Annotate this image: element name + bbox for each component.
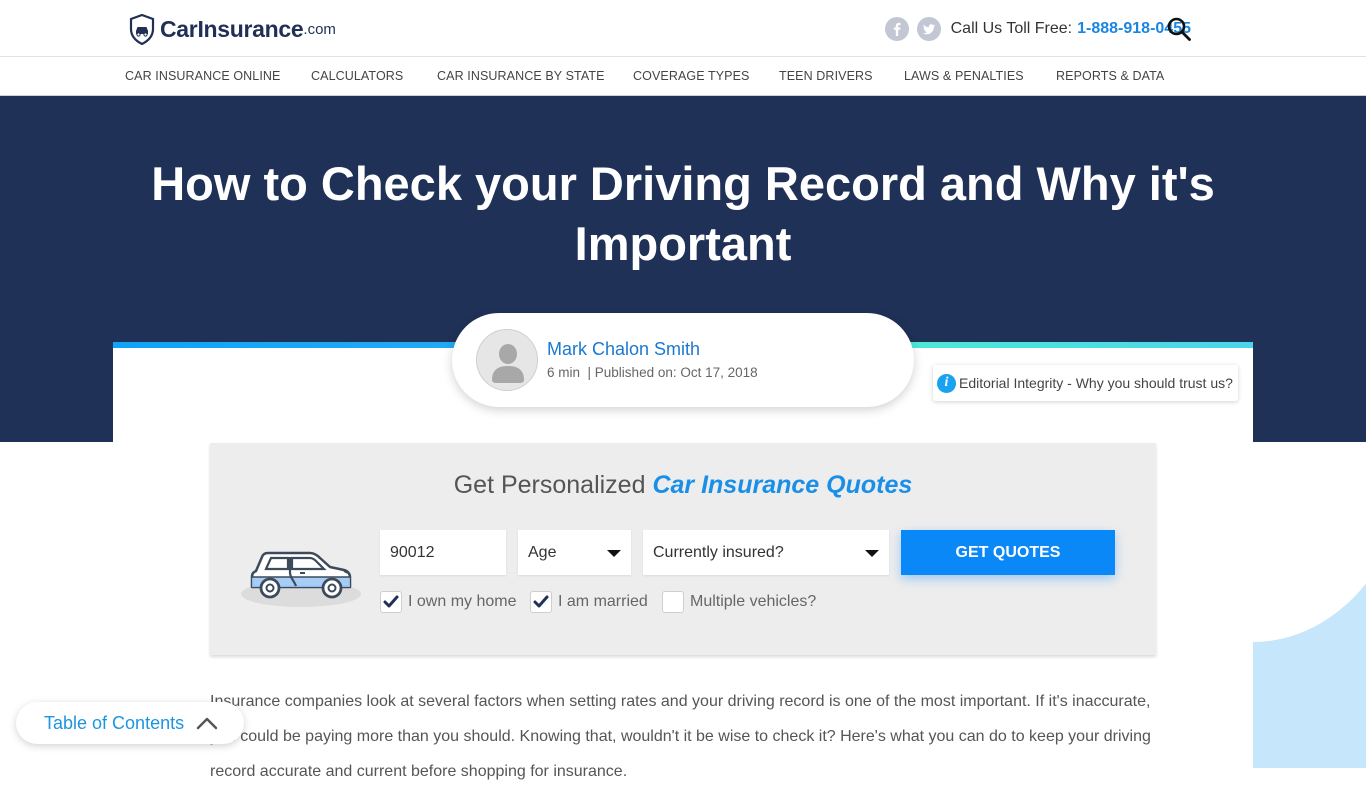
- contact-area: Call Us Toll Free: 1-888-918-0455: [884, 16, 1191, 42]
- own-home-checkbox-row[interactable]: I own my home: [380, 591, 516, 613]
- decorative-background: [1253, 442, 1366, 768]
- married-label: I am married: [558, 593, 648, 610]
- checkmark-icon: [533, 595, 549, 608]
- article-intro: Insurance companies look at several fact…: [210, 693, 1151, 780]
- info-icon: i: [937, 373, 956, 393]
- nav-car-insurance-online[interactable]: CAR INSURANCE ONLINE: [125, 69, 281, 83]
- published-date: | Published on: Oct 17, 2018: [587, 365, 758, 380]
- get-quotes-button[interactable]: GET QUOTES: [901, 530, 1115, 575]
- quote-title-plain: Get Personalized: [453, 471, 646, 499]
- nav-teen-drivers[interactable]: TEEN DRIVERS: [779, 69, 873, 83]
- age-select[interactable]: Age: [518, 530, 631, 575]
- multiple-vehicles-checkbox-row[interactable]: Multiple vehicles?: [662, 591, 816, 613]
- car-icon: [241, 551, 361, 607]
- chevron-down-icon: [607, 550, 621, 557]
- editorial-integrity-link[interactable]: i Editorial Integrity - Why you should t…: [933, 365, 1238, 401]
- toc-label: Table of Contents: [44, 712, 185, 733]
- own-home-checkbox[interactable]: [380, 591, 402, 613]
- quote-form-title: Get Personalized Car Insurance Quotes: [210, 471, 1156, 500]
- currently-insured-value: Currently insured?: [653, 543, 784, 561]
- call-label: Call Us Toll Free:: [950, 20, 1073, 37]
- married-checkbox-row[interactable]: I am married: [530, 591, 648, 613]
- read-time: 6 min: [547, 365, 581, 380]
- twitter-icon[interactable]: [916, 17, 941, 41]
- editorial-integrity-text: Editorial Integrity - Why you should tru…: [959, 375, 1233, 391]
- author-name-link[interactable]: Mark Chalon Smith: [547, 339, 700, 360]
- zip-code-input[interactable]: [380, 530, 506, 575]
- decorative-curve: [1253, 442, 1366, 642]
- nav-car-insurance-by-state[interactable]: CAR INSURANCE BY STATE: [437, 69, 605, 83]
- quote-title-accent: Car Insurance Quotes: [652, 471, 913, 499]
- married-checkbox[interactable]: [530, 591, 552, 613]
- nav-laws-penalties[interactable]: LAWS & PENALTIES: [904, 69, 1024, 83]
- checkmark-icon: [383, 595, 399, 608]
- multiple-vehicles-checkbox[interactable]: [662, 591, 684, 613]
- site-logo[interactable]: CarInsurance .com: [129, 13, 336, 45]
- chevron-up-icon: [196, 717, 218, 730]
- article-meta: 6 min | Published on: Oct 17, 2018: [547, 365, 758, 380]
- avatar[interactable]: [476, 329, 538, 391]
- top-header: CarInsurance .com Call Us Toll Free: 1-88…: [0, 0, 1366, 57]
- multiple-vehicles-label: Multiple vehicles?: [690, 593, 817, 610]
- logo-tld: .com: [303, 20, 336, 38]
- page-title: How to Check your Driving Record and Why…: [151, 157, 1215, 270]
- age-select-value: Age: [528, 543, 557, 561]
- chevron-down-icon: [865, 550, 879, 557]
- main-nav: CAR INSURANCE ONLINE CALCULATORS CAR INS…: [0, 58, 1366, 96]
- own-home-label: I own my home: [408, 593, 517, 610]
- logo-wordmark: CarInsurance: [160, 15, 304, 42]
- search-icon[interactable]: [1166, 16, 1192, 42]
- shield-car-icon: [129, 13, 155, 45]
- nav-coverage-types[interactable]: COVERAGE TYPES: [633, 69, 749, 83]
- currently-insured-select[interactable]: Currently insured?: [643, 530, 889, 575]
- facebook-icon[interactable]: [884, 17, 909, 41]
- table-of-contents-toggle[interactable]: Table of Contents: [16, 702, 244, 744]
- nav-reports-data[interactable]: REPORTS & DATA: [1056, 69, 1164, 83]
- quote-form: Get Personalized Car Insurance Quotes Ag…: [210, 443, 1156, 655]
- author-byline: Mark Chalon Smith 6 min | Published on: …: [452, 313, 914, 407]
- nav-calculators[interactable]: CALCULATORS: [311, 69, 403, 83]
- user-icon: [492, 344, 524, 383]
